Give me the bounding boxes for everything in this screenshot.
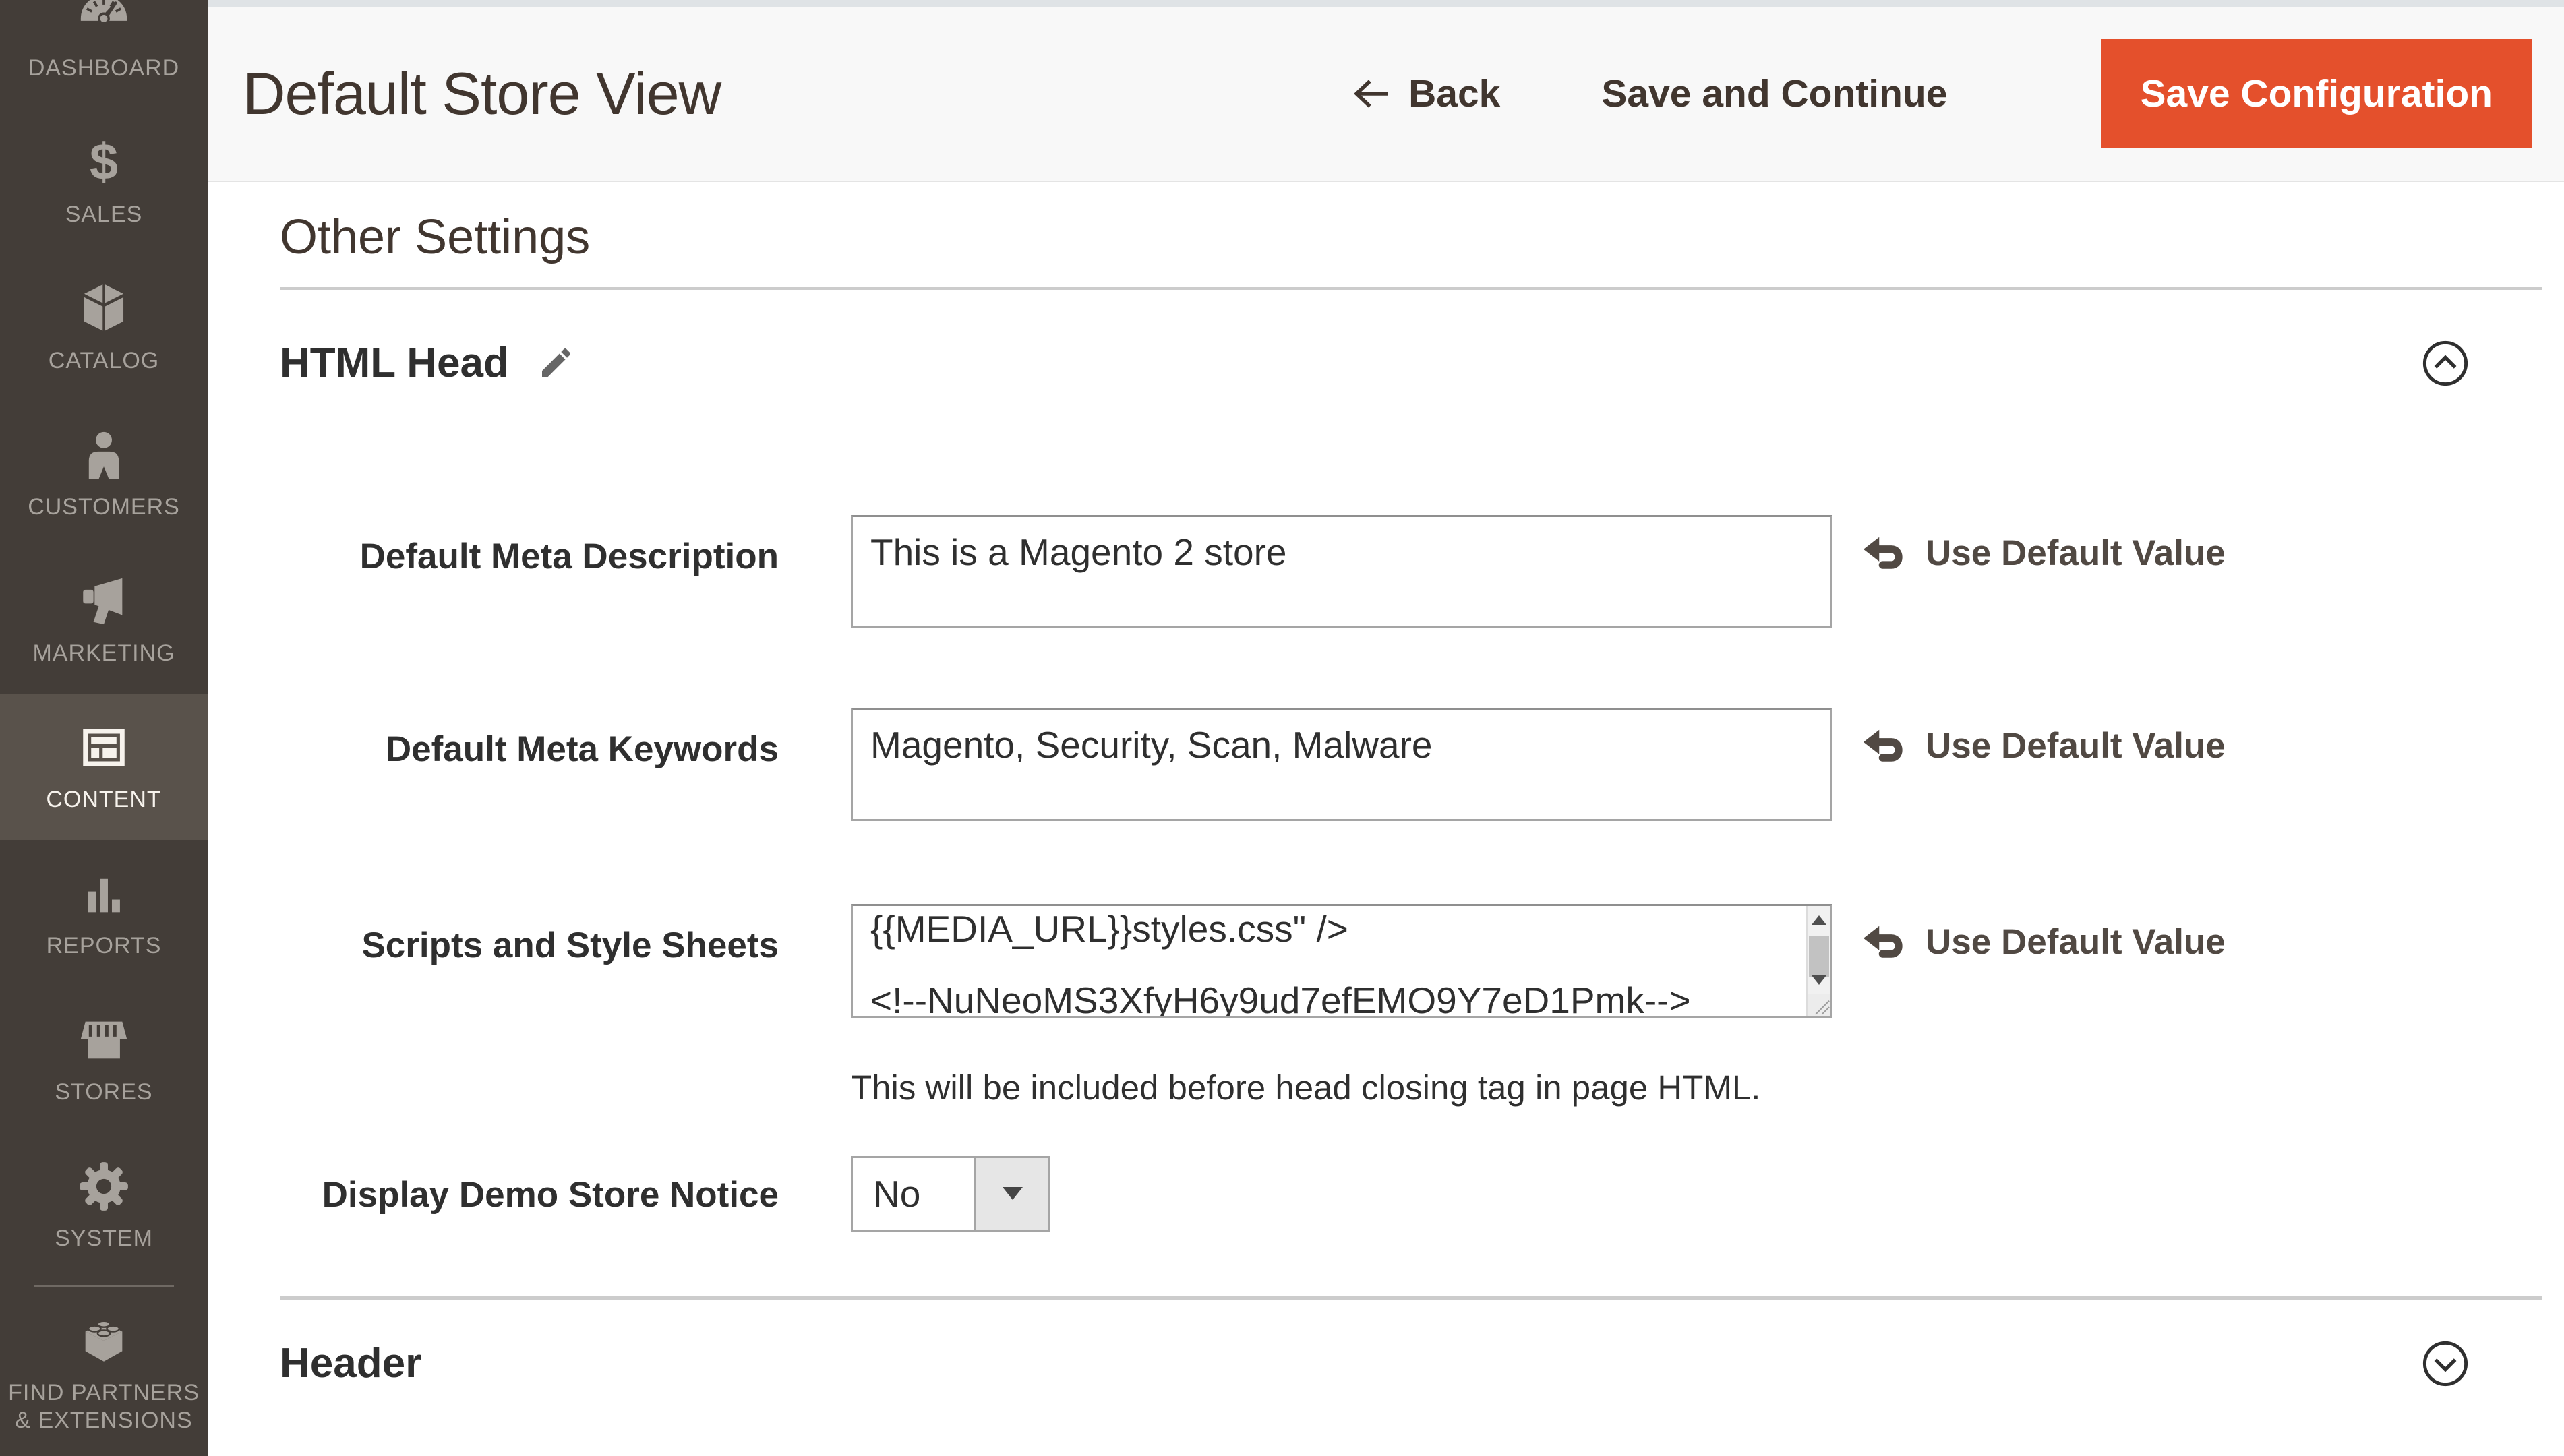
collapse-section-button[interactable]	[2422, 340, 2469, 387]
header-actions: Back Save and Continue Save Configuratio…	[1353, 39, 2532, 148]
chevron-down-icon	[2422, 1340, 2469, 1387]
sidebar: DASHBOARD $ SALES CATALOG CUSTOMERS	[0, 0, 208, 1456]
content-area: Other Settings HTML Head Default Meta De…	[208, 182, 2564, 1456]
back-button[interactable]: Back	[1353, 71, 1500, 116]
sidebar-item-catalog[interactable]: CATALOG	[0, 255, 208, 401]
textarea-line: <!--NuNeoMS3XfyH6y9ud7efEMO9Y7eD1Pmk-->	[870, 983, 1763, 1018]
scripts-styles-textarea[interactable]: {{MEDIA_URL}}styles.css" /> <!--NuNeoMS3…	[851, 904, 1832, 1018]
sidebar-item-marketing[interactable]: MARKETING	[0, 547, 208, 694]
sidebar-item-dashboard[interactable]: DASHBOARD	[0, 0, 208, 109]
textarea-line-empty	[870, 947, 1763, 983]
form-row-meta-keywords: Default Meta Keywords Magento, Security,…	[280, 708, 2542, 821]
sidebar-item-customers[interactable]: CUSTOMERS	[0, 401, 208, 547]
sidebar-item-label: SALES	[60, 201, 148, 229]
sidebar-item-reports[interactable]: REPORTS	[0, 840, 208, 986]
dollar-icon: $	[76, 135, 131, 190]
form-row-demo-store-notice: Display Demo Store Notice No	[280, 1156, 2542, 1232]
sidebar-item-label: MARKETING	[27, 640, 180, 667]
save-and-continue-button[interactable]: Save and Continue	[1601, 71, 1947, 116]
use-default-value-link[interactable]: Use Default Value	[1864, 708, 2226, 766]
next-section-title: Header	[280, 1339, 421, 1387]
resize-grip[interactable]	[1808, 994, 1830, 1016]
field-label: Display Demo Store Notice	[280, 1156, 779, 1217]
undo-icon	[1864, 728, 1905, 763]
scrollbar-down-button[interactable]	[1808, 967, 1830, 993]
magento-admin-app: DASHBOARD $ SALES CATALOG CUSTOMERS	[0, 0, 2564, 1456]
group-title: HTML Head	[280, 339, 509, 387]
meta-keywords-textarea[interactable]: Magento, Security, Scan, Malware	[851, 708, 1832, 821]
textarea-scrollbar[interactable]	[1806, 906, 1830, 1016]
field-label: Default Meta Description	[280, 515, 779, 578]
back-button-label: Back	[1408, 71, 1500, 116]
layout-icon	[76, 720, 131, 775]
undo-icon	[1864, 535, 1905, 570]
use-default-value-label: Use Default Value	[1926, 921, 2226, 963]
sidebar-item-system[interactable]: SYSTEM	[0, 1132, 208, 1279]
sidebar-item-sales[interactable]: $ SALES	[0, 109, 208, 255]
demo-store-notice-select[interactable]: No	[851, 1156, 1050, 1232]
edit-button[interactable]	[537, 344, 575, 383]
select-arrow-segment	[974, 1158, 1048, 1230]
field-label: Scripts and Style Sheets	[280, 904, 779, 967]
sidebar-item-label: DASHBOARD	[23, 55, 185, 82]
main-area: Default Store View Back Save and Continu…	[208, 0, 2564, 1456]
sidebar-item-content[interactable]: CONTENT	[0, 694, 208, 840]
section-divider	[280, 1296, 2542, 1300]
chevron-up-icon	[2422, 340, 2469, 387]
megaphone-icon	[76, 574, 131, 629]
sidebar-item-label: CUSTOMERS	[22, 493, 185, 521]
box-icon	[76, 281, 131, 336]
sidebar-item-label: SYSTEM	[49, 1225, 158, 1252]
page-title: Default Store View	[243, 59, 721, 128]
sidebar-divider	[34, 1285, 174, 1287]
sidebar-item-label: FIND PARTNERS & EXTENSIONS	[0, 1379, 208, 1434]
next-section-header: Header	[280, 1337, 2542, 1390]
sidebar-item-label: CATALOG	[43, 347, 165, 375]
section-title: Other Settings	[280, 206, 2542, 270]
field-note: This will be included before head closin…	[851, 1068, 1832, 1108]
back-arrow-icon	[1353, 78, 1390, 109]
triangle-down-icon	[1812, 975, 1826, 985]
form-row-meta-description: Default Meta Description This is a Magen…	[280, 515, 2542, 628]
section-divider	[280, 287, 2542, 290]
form-row-scripts-styles: Scripts and Style Sheets {{MEDIA_URL}}st…	[280, 904, 2542, 1108]
person-icon	[76, 427, 131, 483]
gear-icon	[76, 1159, 131, 1214]
group-header: HTML Head	[280, 337, 2542, 390]
select-value: No	[853, 1158, 974, 1230]
use-default-value-link[interactable]: Use Default Value	[1864, 904, 2226, 963]
sidebar-item-label: REPORTS	[41, 932, 167, 960]
bar-chart-icon	[76, 866, 131, 921]
gauge-icon	[76, 0, 131, 44]
sidebar-item-label: CONTENT	[40, 786, 167, 814]
meta-description-textarea[interactable]: This is a Magento 2 store	[851, 515, 1832, 628]
sidebar-nav: DASHBOARD $ SALES CATALOG CUSTOMERS	[0, 0, 208, 1455]
sidebar-item-find-partners[interactable]: FIND PARTNERS & EXTENSIONS	[0, 1301, 208, 1455]
sidebar-item-label: STORES	[49, 1079, 158, 1106]
caret-down-icon	[1003, 1187, 1023, 1200]
scrollbar-up-button[interactable]	[1808, 907, 1830, 933]
field-label: Default Meta Keywords	[280, 708, 779, 771]
sidebar-item-stores[interactable]: STORES	[0, 986, 208, 1132]
pencil-icon	[537, 344, 575, 382]
expand-section-button[interactable]	[2422, 1340, 2469, 1387]
use-default-value-link[interactable]: Use Default Value	[1864, 515, 2226, 574]
triangle-up-icon	[1812, 915, 1826, 925]
page-header: Default Store View Back Save and Continu…	[208, 7, 2564, 182]
textarea-line: {{MEDIA_URL}}styles.css" />	[870, 911, 1763, 947]
plugin-icon	[76, 1313, 131, 1368]
use-default-value-label: Use Default Value	[1926, 533, 2226, 574]
save-configuration-button[interactable]: Save Configuration	[2101, 39, 2532, 148]
use-default-value-label: Use Default Value	[1926, 725, 2226, 766]
storefront-icon	[76, 1012, 131, 1068]
top-strip	[208, 0, 2564, 7]
resize-grip-icon	[1813, 998, 1830, 1016]
undo-icon	[1864, 924, 1905, 959]
